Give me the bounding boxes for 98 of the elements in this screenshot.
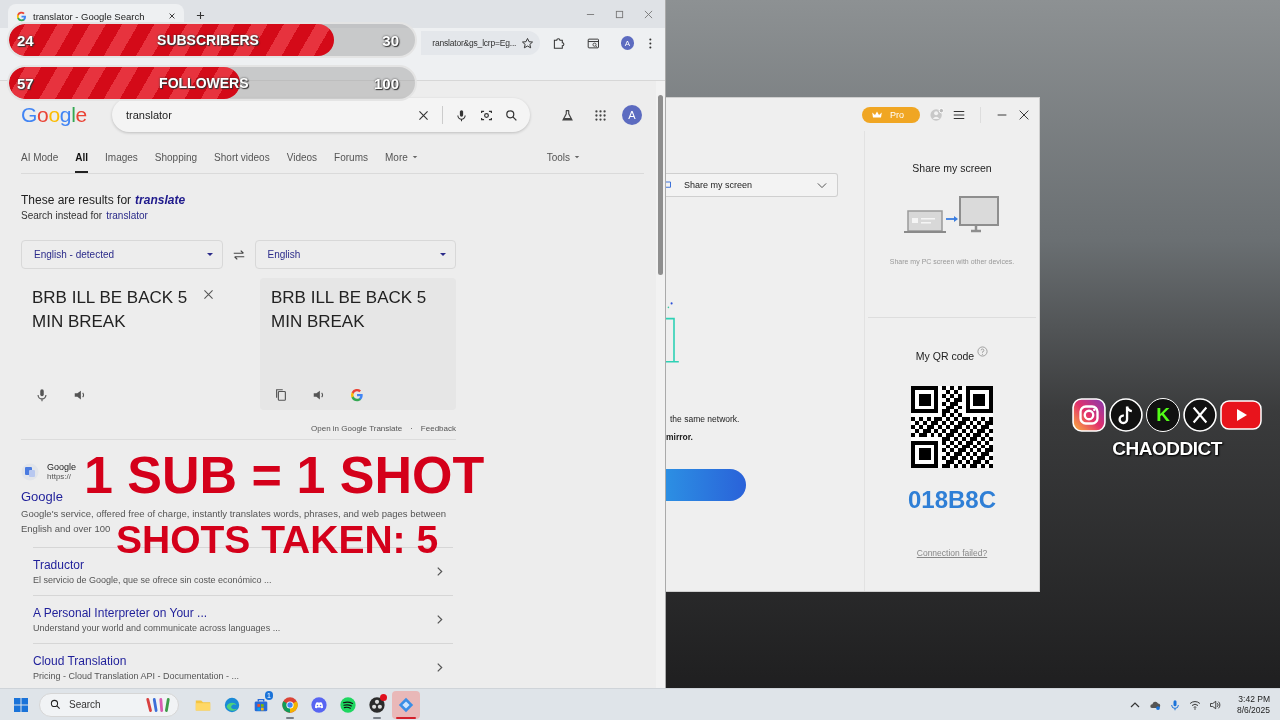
source-language-dropdown[interactable]: English - detected [21, 240, 223, 269]
search-tab[interactable]: AI Mode [21, 141, 59, 173]
search-tab[interactable]: Short videos [214, 141, 270, 173]
apps-grid-icon[interactable] [594, 108, 607, 122]
caret-icon [205, 252, 214, 257]
caret-icon [439, 252, 447, 257]
speaker-icon[interactable] [312, 388, 326, 402]
bookmark-star-icon[interactable] [521, 36, 535, 50]
target-language-dropdown[interactable]: English [254, 240, 456, 269]
result-snippet-line: English and over 100 [21, 522, 111, 536]
clock-date[interactable]: 8/6/2025 [1236, 704, 1270, 716]
camera-logo-icon [1072, 398, 1106, 432]
query-input-field[interactable]: translator [112, 98, 530, 132]
google-icon[interactable] [350, 388, 364, 402]
play-logo-icon [1220, 398, 1262, 432]
correction-text: These are results for [21, 193, 132, 207]
camera-search-icon[interactable] [480, 108, 493, 122]
game-controller-logo-icon [310, 695, 328, 714]
translate-favicon-icon [21, 462, 39, 481]
speaker-icon[interactable] [73, 388, 87, 402]
google-icon [16, 10, 27, 22]
search-instead-text: Search instead for [21, 210, 103, 221]
qr-code-title: My QR code [915, 350, 975, 362]
sitelink-description: Understand your world and communicate across languages ... [33, 623, 281, 633]
sitelink-title[interactable]: Cloud Translation [33, 654, 240, 668]
chevron-down-icon [817, 181, 827, 189]
swap-icon[interactable] [231, 247, 246, 262]
chrome-logo-icon [281, 695, 299, 714]
instruction-text: mirror. [666, 432, 693, 442]
goal-target-count: 100 [373, 74, 399, 92]
sitelink-title[interactable]: A Personal Interpreter on Your ... [33, 606, 281, 620]
microphone-icon[interactable] [455, 108, 468, 122]
scrollbar[interactable] [656, 81, 665, 688]
search-icon[interactable] [505, 108, 518, 122]
chevron-right-icon [436, 614, 443, 625]
stream-headline: 1 SUB = 1 SHOT [84, 452, 485, 500]
sitelink-description: El servicio de Google, que se ofrece sin coste económico ... [33, 575, 272, 585]
clear-icon[interactable] [202, 288, 215, 301]
diamond-logo-icon [397, 695, 415, 714]
goal-current-count: 24 [17, 31, 34, 49]
sound-waves-logo-icon [339, 695, 357, 714]
wave-logo-icon [223, 695, 241, 714]
speaker-icon[interactable] [1208, 698, 1221, 711]
start-icon[interactable] [13, 696, 29, 713]
search-tab[interactable]: Shopping [154, 141, 198, 173]
search-tab[interactable]: Videos [286, 141, 318, 173]
chevron-right-icon [436, 566, 443, 577]
source-text-field[interactable]: BRB ILL BE BACK 5 MIN BREAK [32, 286, 202, 334]
translated-text: BRB ILL BE BACK 5 MIN BREAK [271, 287, 428, 333]
profile-avatar[interactable]: A [620, 36, 635, 50]
goal-label: SUBSCRIBERS [157, 32, 259, 48]
connection-code: 018B8C [907, 486, 997, 514]
tools-menu[interactable]: Tools [546, 141, 580, 173]
corrected-query-link[interactable]: translate [135, 193, 186, 207]
wifi-icon[interactable] [1188, 698, 1201, 711]
pencils-drawing [144, 696, 172, 713]
microphone-icon[interactable] [35, 388, 49, 402]
copy-icon[interactable] [274, 388, 288, 402]
record-logo-icon [368, 695, 386, 714]
feedback-link[interactable]: Feedback [420, 424, 456, 433]
address-bar[interactable]: ranslator&gs_lcrp=Eg... [421, 31, 541, 55]
original-query-link[interactable]: translator [106, 210, 148, 221]
panel-title: Share my screen [912, 162, 992, 174]
result-site-name: Google [47, 462, 77, 472]
result-title-link[interactable]: Google [21, 489, 63, 504]
account-avatar[interactable]: A [622, 105, 642, 125]
caret-icon [574, 155, 580, 159]
new-tab-icon[interactable] [196, 11, 205, 20]
screen-icon [666, 180, 672, 190]
chevron-right-icon [436, 662, 443, 673]
open-in-translate-link[interactable]: Open in Google Translate [311, 424, 403, 433]
result-url: https:// [47, 472, 72, 481]
search-tab[interactable]: All [75, 141, 89, 173]
extensions-icon[interactable] [552, 36, 565, 50]
instruction-text: the same network. [669, 414, 740, 424]
goal-target-count: 30 [382, 31, 399, 49]
crown-icon [872, 110, 882, 119]
search-tab[interactable]: More [385, 141, 418, 173]
search-field[interactable]: Search [39, 692, 179, 717]
share-mode-dropdown[interactable]: Share my screen [666, 173, 838, 197]
separator-dot: · [410, 424, 413, 433]
sitelink-title[interactable]: Traductor [33, 558, 272, 572]
search-tab[interactable]: Images [105, 141, 138, 173]
clock-time[interactable]: 3:42 PM [1238, 693, 1270, 705]
action-button[interactable] [666, 469, 746, 501]
shot-counter: SHOTS TAKEN: 5 [116, 522, 439, 558]
maximize-icon[interactable] [615, 9, 624, 19]
flask-icon[interactable] [561, 108, 574, 122]
caret-icon [411, 155, 418, 159]
close-tab-icon[interactable] [168, 12, 176, 20]
tab-search-icon[interactable] [586, 36, 600, 50]
sitelink-description: Pricing - Cloud Translation API - Documentation - ... [33, 671, 240, 681]
search-tab[interactable]: Forums [334, 141, 368, 173]
search-icon [50, 699, 61, 710]
result-snippet-line: Google's service, offered free of charge, instantly translates words, phrases, and web pages between [21, 507, 447, 521]
channel-handle: CHAODDICT [1112, 438, 1222, 460]
goal-current-count: 57 [17, 74, 34, 92]
clear-icon[interactable] [417, 108, 430, 122]
